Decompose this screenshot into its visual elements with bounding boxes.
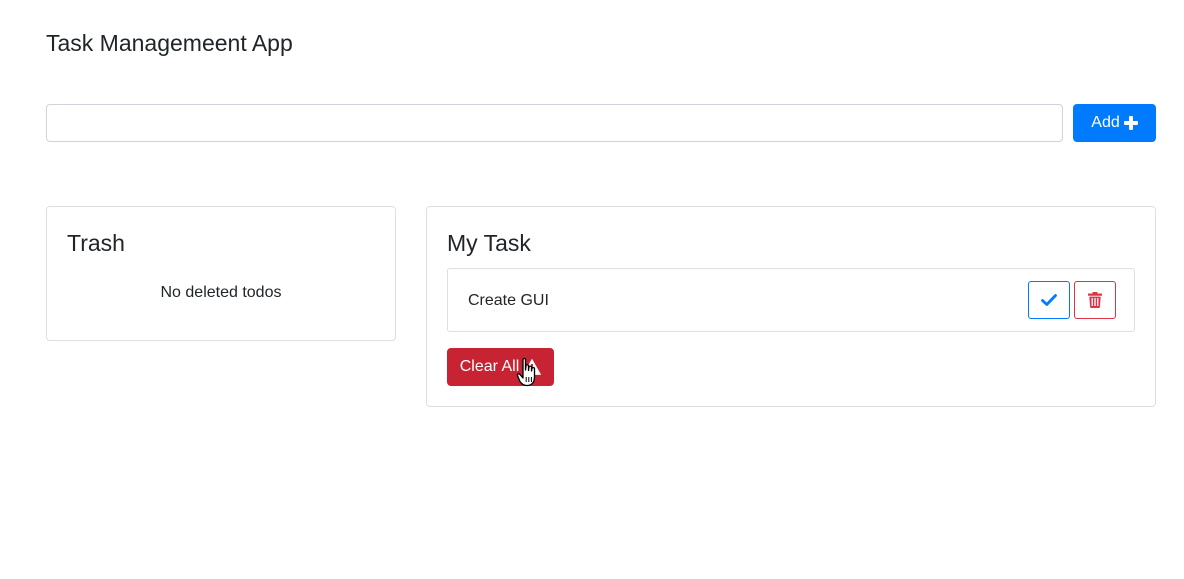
add-button-label: Add <box>1091 114 1120 131</box>
trash-empty-text: No deleted todos <box>160 284 282 301</box>
my-task-title: My Task <box>447 230 531 256</box>
add-button[interactable]: Add <box>1073 104 1156 142</box>
delete-task-button[interactable] <box>1074 281 1116 319</box>
plus-icon <box>1123 116 1138 130</box>
check-icon <box>1041 294 1057 306</box>
clear-all-label: Clear All <box>459 358 520 375</box>
complete-task-button[interactable] <box>1028 281 1070 319</box>
add-task-form: Add <box>46 104 1156 142</box>
trash-icon <box>1088 292 1102 308</box>
page-title: Task Managemeent App <box>46 30 293 56</box>
page: Task Managemeent App Add Trash No delete… <box>0 0 1184 579</box>
warning-icon <box>523 359 542 375</box>
trash-title: Trash <box>67 230 125 256</box>
trash-card: Trash No deleted todos <box>46 206 396 341</box>
task-item: Create GUI <box>447 268 1135 332</box>
task-text: Create GUI <box>468 292 549 309</box>
my-task-card: My Task Create GUI Clear All <box>426 206 1156 407</box>
clear-all-button[interactable]: Clear All <box>447 348 554 386</box>
task-input[interactable] <box>46 104 1063 142</box>
